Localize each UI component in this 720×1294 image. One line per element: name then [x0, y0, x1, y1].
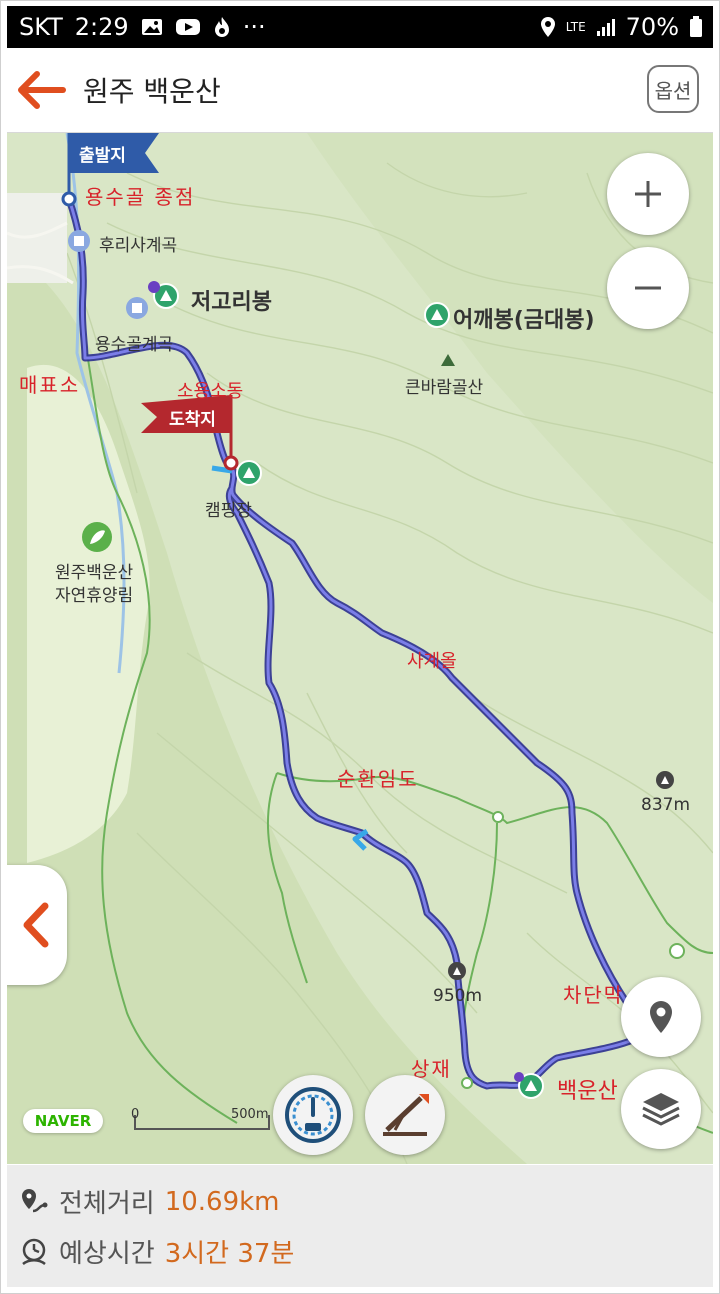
map-layers-button[interactable]: [621, 1069, 701, 1149]
map-label-eokkae-peak: 어깨봉(금대봉): [453, 308, 595, 333]
estimated-time-value: 3시간 37분: [164, 1239, 295, 1269]
route-summary-panel: 전체거리 10.69km 예상시간 3시간 37분: [7, 1165, 713, 1287]
signal-icon: [596, 17, 616, 37]
map-label-maepyoso: 매표소: [19, 373, 81, 397]
zoom-in-icon: [635, 181, 661, 207]
zoom-out-button[interactable]: [607, 247, 689, 329]
page-title: 원주 백운산: [83, 75, 221, 108]
map-label-barrier: 차단막: [563, 983, 625, 1007]
distance-value: 10.69km: [164, 1186, 280, 1217]
map-label-hurisa-valley: 후리사계곡: [99, 236, 178, 256]
clock-text: 2:29: [74, 13, 129, 41]
map-label-elev-837: 837m: [641, 795, 691, 815]
options-button[interactable]: 옵션: [647, 65, 699, 113]
map-label-forest-line2: 자연휴양림: [55, 586, 134, 606]
battery-icon: [689, 16, 703, 38]
map-label-loop-forest-road: 순환임도: [337, 767, 419, 791]
map-label-soyongsodong: 소용소동: [177, 381, 244, 402]
map-label-camping: 캠핑장: [205, 501, 252, 521]
youtube-icon: [175, 17, 201, 37]
scale-zero-label: 0: [131, 1107, 140, 1122]
zoom-out-icon: [635, 286, 661, 290]
map-label-yongsugol-valley: 용수골계곡: [95, 335, 174, 355]
layers-icon: [642, 1093, 680, 1126]
status-bar: SKT 2:29 ··· LTE 70%: [7, 6, 713, 48]
elevation-profile-button[interactable]: [365, 1075, 445, 1155]
gallery-icon: [141, 17, 163, 37]
estimated-time-label: 예상시간: [59, 1239, 155, 1269]
map-label-yongsugol-terminus: 용수골 종점: [85, 185, 196, 209]
zoom-in-button[interactable]: [607, 153, 689, 235]
map-label-keunbaram-valley: 큰바람골산: [405, 378, 484, 398]
more-notifications-text: ···: [242, 13, 266, 41]
distance-row: 전체거리 10.69km: [19, 1183, 280, 1220]
my-location-button[interactable]: [621, 977, 701, 1057]
estimated-time-row: 예상시간 3시간 37분: [19, 1233, 294, 1270]
speedometer-icon: [285, 1087, 341, 1143]
map-label-elev-950: 950m: [433, 986, 483, 1006]
distance-icon: [22, 1188, 48, 1212]
network-type-text: LTE: [565, 20, 586, 34]
map-label-jeogori-peak: 저고리봉: [191, 290, 272, 315]
location-pin-icon: [650, 1001, 672, 1033]
fire-icon: [213, 16, 231, 38]
back-button[interactable]: [15, 70, 69, 110]
carrier-text: SKT: [19, 13, 63, 41]
scale-500-label: 500m: [231, 1107, 269, 1122]
map-label-sagyeol: 사계올: [407, 651, 457, 672]
collapse-panel-icon: [23, 902, 49, 948]
naver-logo: NAVER: [23, 1109, 103, 1133]
map-label-baegunsan: 백운산: [557, 1079, 618, 1104]
top-app-bar: 원주 백운산 옵션: [7, 48, 713, 133]
naver-logo-text: NAVER: [34, 1112, 92, 1130]
battery-percent-text: 70%: [625, 13, 679, 41]
collapse-panel-button[interactable]: [7, 865, 67, 985]
clock-icon: [22, 1238, 46, 1265]
distance-label: 전체거리: [59, 1189, 155, 1219]
location-status-icon: [540, 16, 556, 38]
map-label-forest-line1: 원주백운산: [55, 563, 134, 583]
start-flag-label: 출발지: [79, 146, 126, 166]
map-view[interactable]: 출발지 도착지 용수골 종점 후리사계곡 저고리봉 용수골계곡 매표소 소용소동…: [7, 133, 713, 1164]
end-flag-label: 도착지: [169, 410, 216, 430]
back-arrow-icon: [18, 71, 66, 109]
speedometer-button[interactable]: [273, 1075, 353, 1155]
elevation-icon: [383, 1094, 429, 1136]
